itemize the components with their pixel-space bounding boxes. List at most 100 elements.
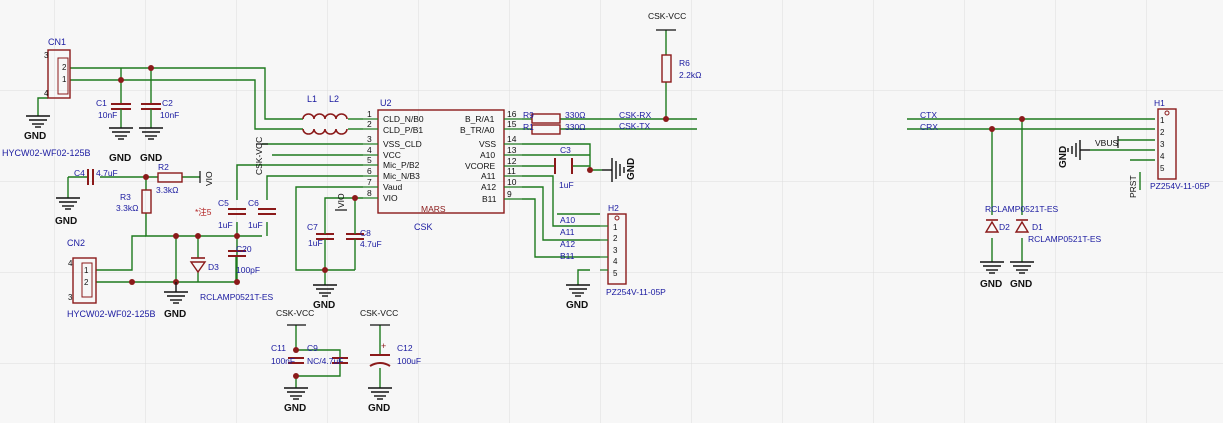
h2-pin3: 3 (613, 246, 618, 255)
u2-pin3-name: VSS_CLD (383, 139, 422, 149)
h2-ref: H2 (608, 203, 619, 213)
r2-vio-label: VIO (204, 171, 214, 186)
h1-pin2: 2 (1160, 128, 1165, 137)
h1-part: PZ254V-11-05P (1150, 181, 1210, 191)
cn1-part: HYCW02-WF02-125B (2, 148, 91, 158)
prst-label-group: PRST (1128, 175, 1138, 198)
u2-pin7-name: Vaud (383, 182, 402, 192)
h1-pin1: 1 (1160, 116, 1165, 125)
c1-value: 10nF (98, 110, 117, 120)
r3-ref: R3 (120, 192, 131, 202)
c20-ref: C20 (236, 244, 252, 254)
u2-pin1-num: 1 (367, 109, 372, 119)
gnd-c1-label: GND (109, 153, 131, 164)
c4-ref: C4 (74, 168, 85, 178)
c8-ref: C8 (360, 228, 371, 238)
u2-pin6-num: 6 (367, 166, 372, 176)
u2-pin12-num: 12 (507, 156, 517, 166)
u2-pin7-num: 7 (367, 177, 372, 187)
c6-ref: C6 (248, 198, 259, 208)
h2-pin1: 1 (613, 223, 618, 232)
u2-pin13-name: A10 (480, 150, 495, 160)
cn1-pin3: 3 (44, 51, 49, 60)
c6-value: 1uF (248, 220, 263, 230)
c11-net: CSK-VCC (276, 308, 314, 318)
u2-sub: CSK (414, 222, 433, 232)
d1-part: RCLAMP0521T-ES (1028, 234, 1102, 244)
l1-ref: L1 (307, 94, 317, 104)
gnd-c7-label: GND (313, 300, 335, 311)
r9-value: 330Ω (565, 110, 586, 120)
r3-value: 3.3kΩ (116, 203, 138, 213)
u2-pin5-num: 5 (367, 155, 372, 165)
c7-ref: C7 (307, 222, 318, 232)
u2-ref: U2 (380, 98, 392, 108)
h1-pin4: 4 (1160, 152, 1165, 161)
gnd-c2-label: GND (140, 153, 162, 164)
r1-value: 330Ω (565, 122, 586, 132)
c11-ref: C11 (271, 343, 286, 353)
r2-value: 3.3kΩ (156, 185, 178, 195)
cn2-pin2: 2 (84, 278, 89, 287)
d1-ref: D1 (1032, 222, 1043, 232)
net-csk-rx: CSK-RX (619, 110, 651, 120)
cn2-ref: CN2 (67, 238, 85, 248)
c5-ref: C5 (218, 198, 229, 208)
cn2-pin1: 1 (84, 266, 89, 275)
gnd-d2-label: GND (980, 279, 1002, 290)
c2-ref: C2 (162, 98, 173, 108)
d3-part: RCLAMP0521T-ES (200, 292, 274, 302)
u2-pin6-name: Mic_N/B3 (383, 171, 420, 181)
u2-pin8-name: VIO (383, 193, 398, 203)
net-csk-tx: CSK-TX (619, 121, 651, 131)
cn1-pin4: 4 (44, 89, 49, 98)
gnd-cn2-label: GND (164, 309, 186, 320)
c1-ref: C1 (96, 98, 107, 108)
u2-pin16-num: 16 (507, 109, 517, 119)
r1-ref: R1 (523, 122, 534, 132)
vbus-symbol: VBUS (1095, 136, 1119, 148)
u2-pin13-num: 13 (507, 145, 517, 155)
u2-pin10-name: A12 (481, 182, 496, 192)
c5-value: 1uF (218, 220, 233, 230)
u2-pin14-num: 14 (507, 134, 517, 144)
u2-pin15-name: B_TR/A0 (460, 125, 495, 135)
h2-pin2: 2 (613, 234, 618, 243)
u2-pin12-name: VCORE (465, 161, 496, 171)
cn1-pin2: 2 (62, 63, 67, 72)
r9-ref: R9 (523, 110, 534, 120)
schematic-sheet: CN1 3 2 1 4 HYCW02-WF02-125B CN2 4 1 2 3… (0, 0, 1223, 423)
csk-vcc-vertical-label: CSK-VCC (254, 137, 264, 175)
gnd-cn1-label: GND (24, 131, 46, 142)
c7-value: 1uF (308, 238, 323, 248)
gnd-d1-label: GND (1010, 279, 1032, 290)
u2-pin11-name: A11 (481, 171, 496, 181)
h2-pin4: 4 (613, 257, 618, 266)
c12-ref: C12 (397, 343, 413, 353)
cn1-ref: CN1 (48, 37, 66, 47)
c4-value: 4.7uF (96, 168, 118, 178)
r6-ref: R6 (679, 58, 690, 68)
cn2-part: HYCW02-WF02-125B (67, 309, 156, 319)
c3-ref: C3 (560, 145, 571, 155)
note-label: *注5 (195, 207, 212, 217)
u2-pin4-num: 4 (367, 145, 372, 155)
c12-net: CSK-VCC (360, 308, 398, 318)
c3-value: 1uF (559, 180, 574, 190)
u2-pin8-num: 8 (367, 188, 372, 198)
net-a10: A10 (560, 215, 575, 225)
c11-value: 100nF (271, 356, 295, 366)
c9-ref: C9 (307, 343, 318, 353)
u2-pin2-name: CLD_P/B1 (383, 125, 423, 135)
gnd-h1-label: GND (1058, 146, 1069, 168)
u2-pin2-num: 2 (367, 119, 372, 129)
u2-pin5-name: Mic_P/B2 (383, 160, 420, 170)
d3-ref: D3 (208, 262, 219, 272)
vio-symbol-u2: VIO (335, 193, 347, 211)
u2-vio-label: VIO (336, 193, 346, 208)
d2-part: RCLAMP0521T-ES (985, 204, 1059, 214)
c20-value: 100pF (236, 265, 260, 275)
u2-pin1-name: CLD_N/B0 (383, 114, 424, 124)
u2-pin3-num: 3 (367, 134, 372, 144)
net-a11: A11 (560, 227, 575, 237)
